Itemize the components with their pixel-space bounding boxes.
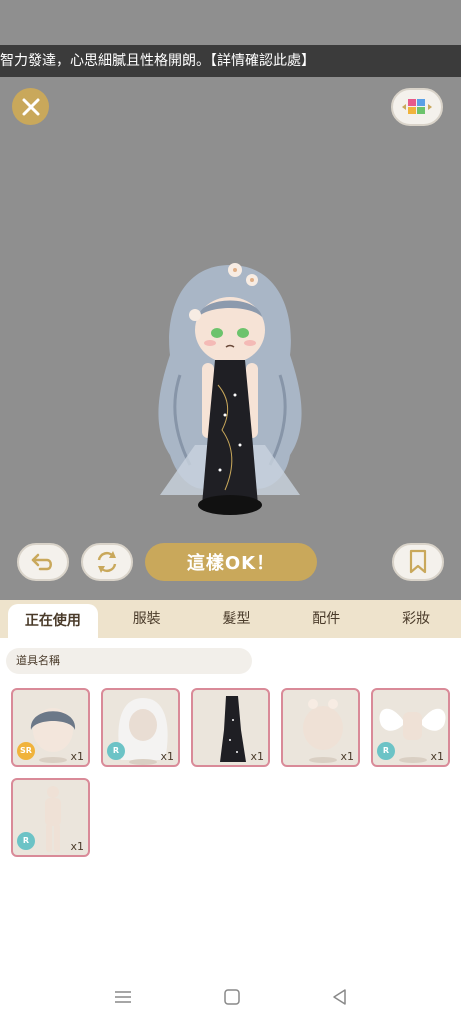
item-quantity: x1	[430, 750, 444, 763]
tab-hairstyle[interactable]: 髮型	[192, 600, 282, 638]
rarity-badge: R	[107, 742, 125, 760]
item-quantity: x1	[250, 750, 264, 763]
undo-icon	[31, 553, 52, 571]
confirm-ok-button[interactable]: 這樣OK！	[145, 543, 317, 581]
back-icon[interactable]	[331, 988, 349, 1006]
item-card[interactable]: R x1	[371, 688, 450, 767]
dressup-screen: 智力發達，心思細膩且性格開朗。【詳情確認此處】 這樣OK！ 正在使用 服裝 髮型…	[0, 0, 461, 1024]
category-tabs: 正在使用 服裝 髮型 配件 彩妝	[0, 600, 461, 638]
rarity-badge: R	[377, 742, 395, 760]
item-quantity: x1	[70, 750, 84, 763]
close-button[interactable]	[12, 88, 49, 125]
item-card[interactable]: x1	[281, 688, 360, 767]
item-quantity: x1	[160, 750, 174, 763]
tab-accessories[interactable]: 配件	[281, 600, 371, 638]
rarity-badge: R	[17, 832, 35, 850]
palette-button[interactable]	[391, 88, 443, 126]
tab-clothing[interactable]: 服裝	[102, 600, 192, 638]
menu-icon[interactable]	[113, 989, 133, 1005]
close-icon	[22, 98, 39, 115]
info-ticker[interactable]: 智力發達，心思細膩且性格開朗。【詳情確認此處】	[0, 45, 461, 77]
item-quantity: x1	[340, 750, 354, 763]
item-card[interactable]: R x1	[101, 688, 180, 767]
item-card[interactable]: R x1	[11, 778, 90, 857]
tab-in-use[interactable]: 正在使用	[8, 604, 98, 638]
item-name-search[interactable]: 道具名稱	[6, 648, 252, 674]
item-card[interactable]: SR x1	[11, 688, 90, 767]
bookmark-icon	[409, 549, 427, 574]
tab-makeup[interactable]: 彩妝	[371, 600, 461, 638]
item-quantity: x1	[70, 840, 84, 853]
palette-icon	[402, 99, 432, 114]
avatar-preview	[140, 255, 320, 525]
rarity-badge: SR	[17, 742, 35, 760]
undo-button[interactable]	[17, 543, 69, 581]
bookmark-button[interactable]	[392, 543, 444, 581]
rotate-button[interactable]	[81, 543, 133, 581]
item-card[interactable]: x1	[191, 688, 270, 767]
home-icon[interactable]	[223, 988, 241, 1006]
rotate-icon	[97, 551, 117, 573]
system-nav-bar	[0, 970, 461, 1024]
